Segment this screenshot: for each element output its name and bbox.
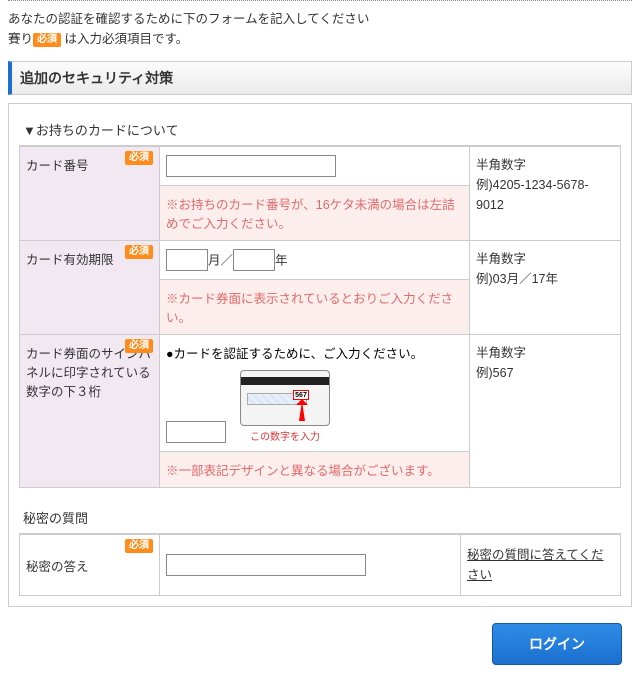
button-row: ログイン — [0, 607, 640, 677]
arrow-icon — [299, 401, 305, 421]
cvv-input[interactable] — [166, 421, 226, 443]
secret-section-title: 秘密の質問 — [19, 498, 621, 534]
row-cvv: カード券面のサインパネルに印字されている数字の下３桁 必須 ●カードを認証するた… — [20, 335, 621, 452]
row-expiry: カード有効期限 必須 月／年 半角数字 例)03月／17年 — [20, 241, 621, 280]
card-back-illustration: 567 この数字を入力 — [240, 370, 330, 443]
required-badge-icon: 必須 — [125, 339, 153, 353]
label-expiry: カード有効期限 必須 — [20, 241, 160, 335]
required-badge-icon: 必須 — [33, 33, 61, 47]
intro-line1: あなたの認証を確認するために下のフォームを記入してください — [8, 9, 632, 29]
card-section-title: ▼お持ちのカードについて — [19, 114, 621, 146]
label-secret-answer: 秘密の答え 必須 — [20, 535, 160, 596]
label-card-number: カード番号 必須 — [20, 147, 160, 241]
required-badge-icon: 必須 — [125, 151, 153, 165]
secret-answer-input[interactable] — [166, 554, 366, 576]
form-panel: ▼お持ちのカードについて カード番号 必須 半角数字 例)4205-1234-5… — [8, 103, 632, 607]
row-secret-answer: 秘密の答え 必須 秘密の質問に答えてください — [20, 535, 621, 596]
card-number-input[interactable] — [166, 155, 336, 177]
hint-card-number: 半角数字 例)4205-1234-5678-9012 — [470, 147, 621, 241]
cvv-caption: この数字を入力 — [240, 428, 330, 443]
hint-cvv: 半角数字 例)567 — [470, 335, 621, 488]
intro-line2: 賽り必須 は入力必須項目です。 — [8, 29, 632, 49]
label-cvv: カード券面のサインパネルに印字されている数字の下３桁 必須 — [20, 335, 160, 488]
cvv-lead-text: ●カードを認証するために、ご入力ください。 — [166, 343, 463, 362]
expiry-year-input[interactable] — [233, 249, 275, 271]
required-badge-icon: 必須 — [125, 539, 153, 553]
secret-table: 秘密の答え 必須 秘密の質問に答えてください — [19, 534, 621, 596]
expiry-month-input[interactable] — [166, 249, 208, 271]
card-table: カード番号 必須 半角数字 例)4205-1234-5678-9012 ※お持ち… — [19, 146, 621, 488]
login-button[interactable]: ログイン — [492, 623, 622, 665]
hint-expiry: 半角数字 例)03月／17年 — [470, 241, 621, 335]
intro-text: あなたの認証を確認するために下のフォームを記入してください 賽り必須 は入力必須… — [0, 1, 640, 53]
section-header: 追加のセキュリティ対策 — [8, 61, 632, 95]
hint-secret: 秘密の質問に答えてください — [461, 535, 621, 596]
row-card-number: カード番号 必須 半角数字 例)4205-1234-5678-9012 — [20, 147, 621, 186]
required-badge-icon: 必須 — [125, 245, 153, 259]
